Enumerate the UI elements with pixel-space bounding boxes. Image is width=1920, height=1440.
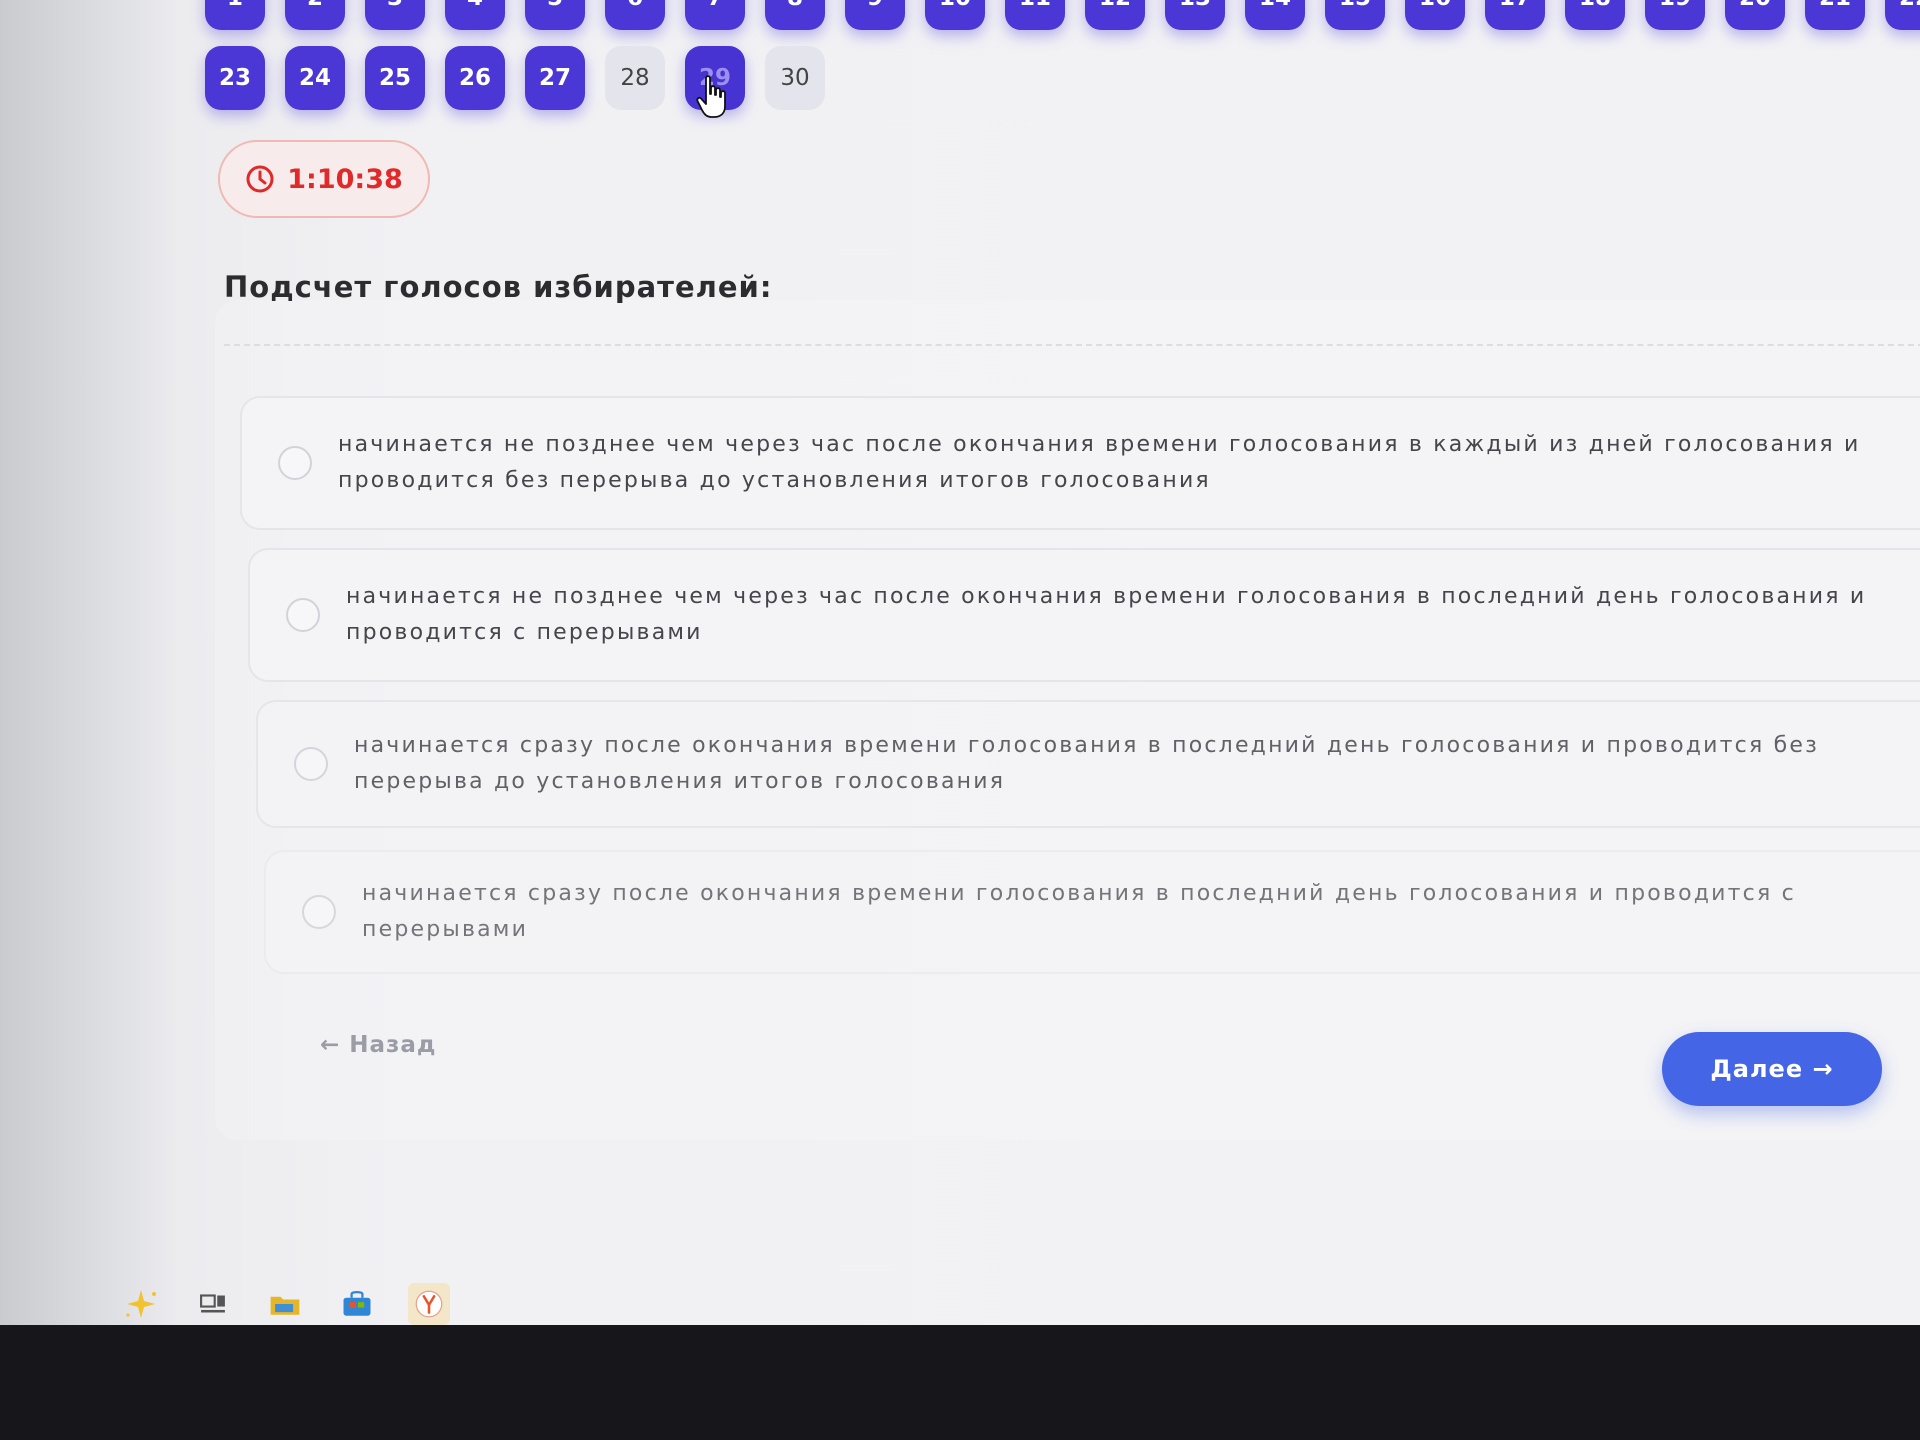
question-nav-button[interactable]: 22 [1885,0,1920,30]
question-nav-button[interactable]: 3 [365,0,425,30]
answer-option-text: начинается сразу после окончания времени… [354,733,1819,794]
question-nav-button[interactable]: 6 [605,0,665,30]
question-text: Подсчет голосов избирателей: [224,270,773,304]
question-nav-button[interactable]: 11 [1005,0,1065,30]
question-nav-button[interactable]: 1 [205,0,265,30]
answer-option-text: начинается не позднее чем через час посл… [338,432,1861,493]
divider [224,344,1920,346]
copilot-icon[interactable] [120,1283,162,1325]
question-nav-button-29-current[interactable]: 29 [685,46,745,110]
question-nav-button-26[interactable]: 26 [445,46,505,110]
question-nav-button[interactable]: 20 [1725,0,1785,30]
question-nav-button[interactable]: 21 [1805,0,1865,30]
answer-option-text: начинается сразу после окончания времени… [362,881,1796,942]
question-nav-button-24[interactable]: 24 [285,46,345,110]
question-nav-button[interactable]: 2 [285,0,345,30]
question-nav-button[interactable]: 8 [765,0,825,30]
radio-button[interactable] [294,747,328,781]
question-nav-button-27[interactable]: 27 [525,46,585,110]
answer-option-2[interactable]: начинается не позднее чем через час посл… [248,548,1920,682]
answer-option-4[interactable]: начинается сразу после окончания времени… [264,850,1920,974]
back-button[interactable]: ← Назад [320,1032,437,1058]
question-nav-button-28[interactable]: 28 [605,46,665,110]
monitor-bezel [0,1325,1920,1440]
question-nav-button[interactable]: 9 [845,0,905,30]
question-nav-button[interactable]: 15 [1325,0,1385,30]
question-nav-button[interactable]: 19 [1645,0,1705,30]
radio-button[interactable] [286,598,320,632]
next-button[interactable]: Далее → [1662,1032,1882,1106]
question-nav-button[interactable]: 14 [1245,0,1305,30]
question-nav-row-second: 23 24 25 26 27 28 29 30 [205,46,825,110]
question-nav-button[interactable]: 4 [445,0,505,30]
question-nav-button-25[interactable]: 25 [365,46,425,110]
radio-button[interactable] [278,446,312,480]
task-view-icon[interactable] [192,1283,234,1325]
answer-option-text: начинается не позднее чем через час посл… [346,584,1867,645]
screen: 1 2 3 4 5 6 7 8 9 10 11 12 13 14 15 16 1… [0,0,1920,1325]
question-nav-button[interactable]: 7 [685,0,745,30]
yandex-browser-icon[interactable] [408,1283,450,1325]
clock-icon [246,165,274,193]
question-nav-button[interactable]: 13 [1165,0,1225,30]
question-nav-button[interactable]: 16 [1405,0,1465,30]
question-nav-button-23[interactable]: 23 [205,46,265,110]
radio-button[interactable] [302,895,336,929]
question-nav-button[interactable]: 5 [525,0,585,30]
answer-option-1[interactable]: начинается не позднее чем через час посл… [240,396,1920,530]
question-nav-button[interactable]: 18 [1565,0,1625,30]
file-explorer-icon[interactable] [264,1283,306,1325]
question-nav-button[interactable]: 12 [1085,0,1145,30]
answer-option-3[interactable]: начинается сразу после окончания времени… [256,700,1920,828]
taskbar [120,1276,450,1325]
question-nav-button-30[interactable]: 30 [765,46,825,110]
question-nav-button[interactable]: 17 [1485,0,1545,30]
question-nav-row-top: 1 2 3 4 5 6 7 8 9 10 11 12 13 14 15 16 1… [205,0,1920,30]
timer-value: 1:10:38 [287,163,403,195]
store-icon[interactable] [336,1283,378,1325]
timer-badge: 1:10:38 [218,140,430,218]
question-nav-button[interactable]: 10 [925,0,985,30]
